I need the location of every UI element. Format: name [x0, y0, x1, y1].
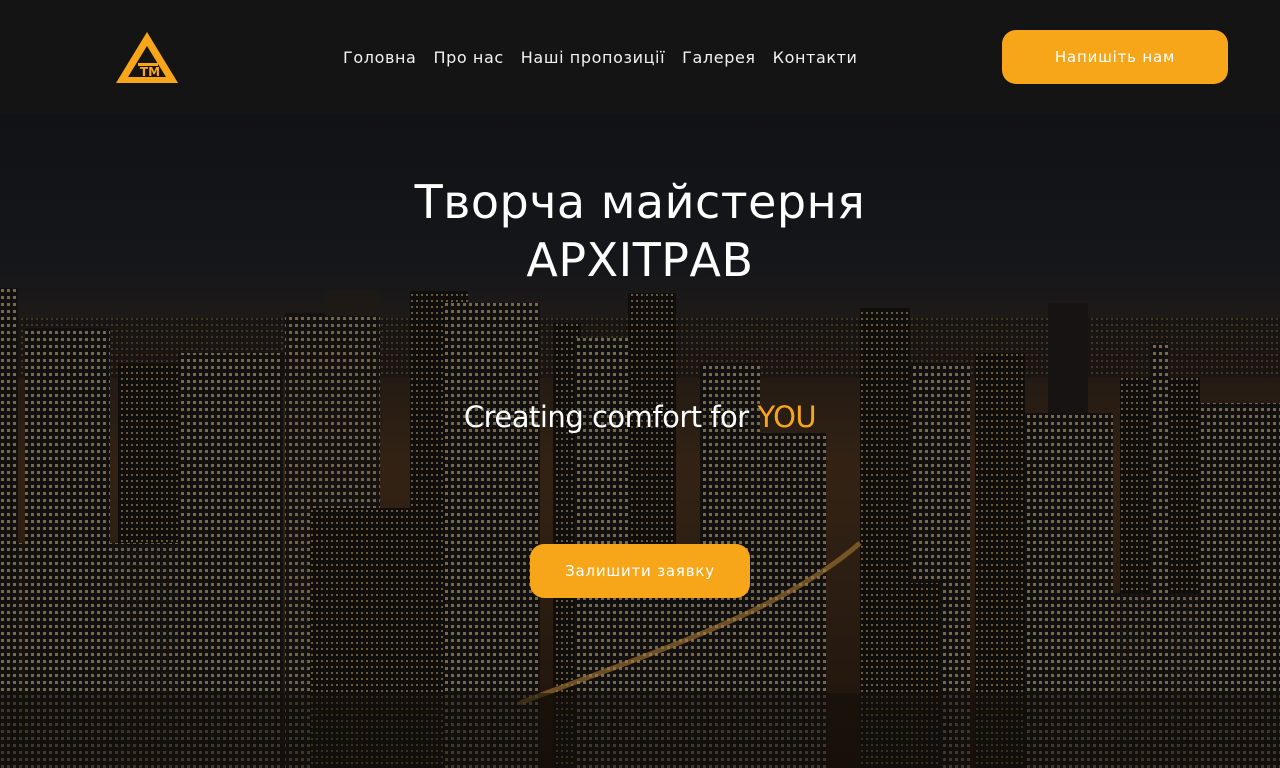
hero-subtitle: Creating comfort for YOU — [0, 400, 1280, 434]
main-nav: Головна Про нас Наші пропозиції Галерея … — [343, 47, 875, 69]
hero-title: Творча майстерня АРХІТРАВ — [0, 173, 1280, 289]
logo-icon[interactable]: ТМ — [114, 29, 180, 85]
leave-request-button[interactable]: Залишити заявку — [530, 544, 750, 598]
nav-item-gallery[interactable]: Галерея — [682, 47, 755, 69]
site-header: ТМ Головна Про нас Наші пропозиції Галер… — [0, 0, 1280, 113]
hero-subtitle-accent: YOU — [757, 400, 817, 434]
hero-subtitle-text: Creating comfort for — [463, 400, 758, 434]
nav-item-about[interactable]: Про нас — [433, 47, 503, 69]
logo-text: ТМ — [140, 65, 160, 79]
nav-item-contacts[interactable]: Контакти — [773, 47, 858, 69]
nav-item-offers[interactable]: Наші пропозиції — [521, 47, 665, 69]
hero-title-line-2: АРХІТРАВ — [526, 233, 754, 287]
hero-title-line-1: Творча майстерня — [414, 175, 866, 229]
write-us-button[interactable]: Напишіть нам — [1002, 30, 1228, 84]
nav-item-home[interactable]: Головна — [343, 47, 416, 69]
